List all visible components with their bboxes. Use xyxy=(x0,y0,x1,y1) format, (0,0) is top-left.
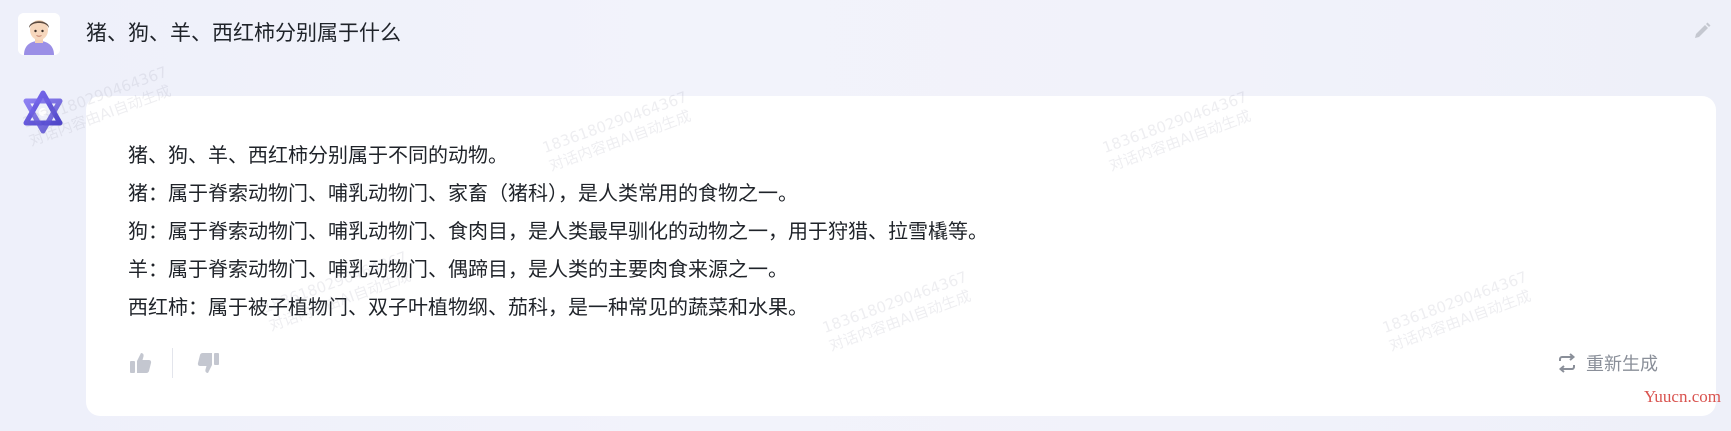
thumbs-down-icon[interactable] xyxy=(195,350,221,376)
answer-card: 猪、狗、羊、西红柿分别属于不同的动物。 猪：属于脊索动物门、哺乳动物门、家畜（猪… xyxy=(86,96,1716,416)
answer-body: 猪、狗、羊、西红柿分别属于不同的动物。 猪：属于脊索动物门、哺乳动物门、家畜（猪… xyxy=(128,136,988,326)
user-message-row: 猪、狗、羊、西红柿分别属于什么 xyxy=(0,0,1731,66)
site-watermark-badge: Yuucn.com xyxy=(1644,387,1721,406)
thumbs-up-icon[interactable] xyxy=(128,350,154,376)
user-avatar xyxy=(18,13,60,55)
user-question-text: 猪、狗、羊、西红柿分别属于什么 xyxy=(86,21,401,45)
assistant-logo-icon xyxy=(21,90,65,134)
regenerate-label: 重新生成 xyxy=(1586,354,1658,375)
feedback-bar xyxy=(128,348,221,378)
answer-line: 狗：属于脊索动物门、哺乳动物门、食肉目，是人类最早驯化的动物之一，用于狩猎、拉雪… xyxy=(128,219,988,243)
answer-line: 猪：属于脊索动物门、哺乳动物门、家畜（猪科），是人类常用的食物之一。 xyxy=(128,181,798,205)
answer-line: 猪、狗、羊、西红柿分别属于不同的动物。 xyxy=(128,143,508,167)
answer-line: 西红柿：属于被子植物门、双子叶植物纲、茄科，是一种常见的蔬菜和水果。 xyxy=(128,295,808,319)
answer-line: 羊：属于脊索动物门、哺乳动物门、偶蹄目，是人类的主要肉食来源之一。 xyxy=(128,257,788,281)
regenerate-icon xyxy=(1556,352,1578,374)
feedback-divider xyxy=(172,348,173,378)
regenerate-button[interactable]: 重新生成 xyxy=(1556,350,1658,376)
user-avatar-icon xyxy=(18,13,60,55)
pencil-icon[interactable] xyxy=(1691,20,1713,42)
